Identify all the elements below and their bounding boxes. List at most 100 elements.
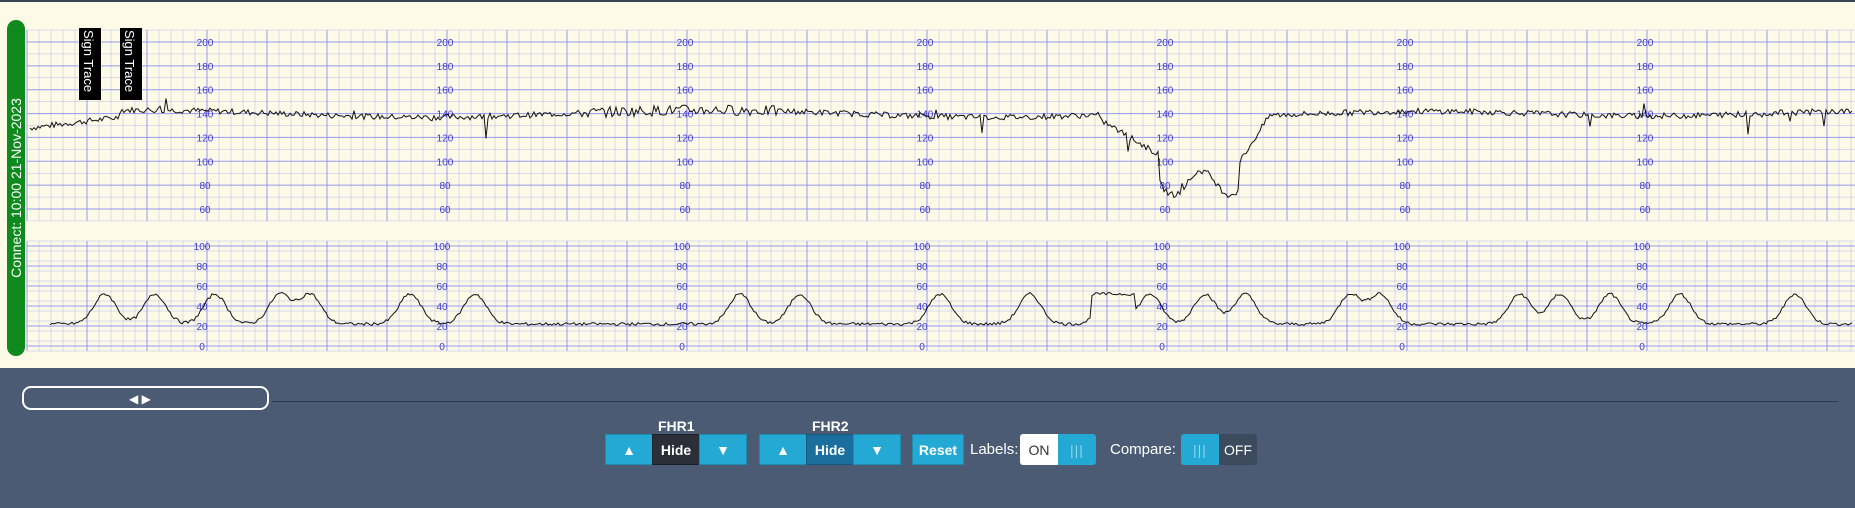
sign-trace-marker[interactable]: Sign Trace [79, 28, 101, 100]
fhr1-up-button[interactable]: ▲ [605, 434, 653, 465]
fhr-scale-label: 140 [1157, 110, 1174, 121]
toco-scale-label: 60 [1156, 282, 1168, 293]
fhr-scale-label: 100 [1397, 157, 1414, 168]
fhr-scale-label: 180 [917, 62, 934, 73]
connect-label: Connect: 10:00 21-Nov-2023 [8, 98, 24, 278]
fhr-scale-label: 80 [1399, 181, 1411, 192]
toco-scale-label: 80 [1156, 262, 1168, 273]
toco-scale-label: 20 [1156, 322, 1168, 333]
toco-scale-label: 80 [1396, 262, 1408, 273]
toco-scale-label: 100 [434, 242, 451, 253]
ctg-chart[interactable]: 2001801601401201008060100806040200200180… [0, 2, 1855, 368]
fhr-scale-label: 120 [1637, 133, 1654, 144]
fhr-scale-label: 200 [1397, 38, 1414, 49]
fhr-scale-label: 160 [677, 86, 694, 97]
timeline-divider [272, 401, 1838, 402]
fhr-scale-label: 160 [437, 86, 454, 97]
toco-scale-label: 100 [1634, 242, 1651, 253]
toco-scale-label: 0 [439, 342, 445, 353]
toco-scale-label: 60 [1636, 282, 1648, 293]
fhr-scale-label: 180 [1637, 62, 1654, 73]
fhr-scale-label: 60 [1639, 205, 1651, 216]
fhr-scale-label: 120 [437, 133, 454, 144]
toco-scale-label: 40 [916, 302, 928, 313]
fhr-scale-label: 100 [197, 157, 214, 168]
compare-state: OFF [1219, 434, 1257, 465]
toco-scale-label: 0 [919, 342, 925, 353]
fhr-scale-label: 180 [677, 62, 694, 73]
toco-scale-label: 60 [676, 282, 688, 293]
compare-toggle[interactable]: ||| OFF [1181, 434, 1257, 465]
toco-scale-label: 100 [1394, 242, 1411, 253]
labels-state: ON [1020, 434, 1058, 465]
fhr1-hide-button[interactable]: Hide [652, 434, 700, 465]
fhr-scale-label: 140 [197, 110, 214, 121]
fhr1-title: FHR1 [658, 418, 695, 434]
sign-trace-label: Sign Trace [122, 30, 137, 93]
fhr-scale-label: 160 [1157, 86, 1174, 97]
compare-knob-icon[interactable]: ||| [1181, 434, 1219, 465]
toco-scale-label: 20 [1396, 322, 1408, 333]
toco-scale-label: 80 [196, 262, 208, 273]
toco-scale-label: 60 [1396, 282, 1408, 293]
fhr-scale-label: 160 [917, 86, 934, 97]
labels-caption: Labels: [970, 441, 1019, 458]
fhr2-title: FHR2 [812, 418, 849, 434]
toco-scale-label: 0 [1399, 342, 1405, 353]
fhr-scale-label: 60 [199, 205, 211, 216]
toco-scale-label: 80 [676, 262, 688, 273]
scroll-arrows-icon[interactable]: ◀ ▶ [129, 392, 151, 406]
fhr-scale-label: 60 [1159, 205, 1171, 216]
fhr-scale-label: 60 [679, 205, 691, 216]
toco-scale-label: 80 [1636, 262, 1648, 273]
ctg-paper: 200 180 160 140 120 100 80 60 100 80 60 40 20 0 200 180… [0, 0, 1855, 368]
fhr-scale-label: 100 [677, 157, 694, 168]
toco-scale-label: 100 [914, 242, 931, 253]
fhr-scale-label: 200 [1637, 38, 1654, 49]
sign-trace-marker[interactable]: Sign Trace [120, 28, 142, 100]
fhr-scale-label: 120 [1157, 133, 1174, 144]
toco-scale-label: 100 [1154, 242, 1171, 253]
toco-scale-label: 100 [674, 242, 691, 253]
toco-scale-label: 100 [194, 242, 211, 253]
toco-scale-label: 80 [436, 262, 448, 273]
fhr-scale-label: 180 [1157, 62, 1174, 73]
toco-scale-label: 40 [676, 302, 688, 313]
toco-scale-label: 0 [199, 342, 205, 353]
toco-scale-label: 0 [679, 342, 685, 353]
fhr2-down-button[interactable]: ▼ [853, 434, 901, 465]
fhr-scale-label: 100 [1637, 157, 1654, 168]
fhr1-down-button[interactable]: ▼ [699, 434, 747, 465]
fhr-scale-label: 100 [917, 157, 934, 168]
toco-scale-label: 0 [1159, 342, 1165, 353]
fhr-scale-label: 60 [439, 205, 451, 216]
fhr-scale-label: 160 [1397, 86, 1414, 97]
timeline-scroller[interactable]: ◀ ▶ [22, 386, 269, 410]
labels-toggle[interactable]: ON ||| [1020, 434, 1096, 465]
fhr-scale-label: 80 [679, 181, 691, 192]
fhr-scale-label: 60 [1399, 205, 1411, 216]
toco-scale-label: 40 [436, 302, 448, 313]
toco-scale-label: 40 [1636, 302, 1648, 313]
reset-button[interactable]: Reset [912, 434, 964, 465]
toco-scale-label: 20 [196, 322, 208, 333]
toco-scale-label: 20 [436, 322, 448, 333]
fhr-scale-label: 180 [1397, 62, 1414, 73]
toco-scale-label: 40 [196, 302, 208, 313]
fhr-scale-label: 200 [197, 38, 214, 49]
toco-scale-label: 20 [916, 322, 928, 333]
toco-scale-label: 60 [196, 282, 208, 293]
fhr-scale-label: 60 [919, 205, 931, 216]
fhr-scale-label: 120 [677, 133, 694, 144]
fhr2-hide-button[interactable]: Hide [806, 434, 854, 465]
toco-scale-label: 80 [916, 262, 928, 273]
fhr-scale-label: 80 [919, 181, 931, 192]
fhr-scale-label: 200 [437, 38, 454, 49]
labels-knob-icon[interactable]: ||| [1058, 434, 1096, 465]
sign-trace-label: Sign Trace [81, 30, 96, 93]
fhr-scale-label: 80 [199, 181, 211, 192]
fhr-scale-label: 200 [917, 38, 934, 49]
fhr-scale-label: 100 [437, 157, 454, 168]
fhr-scale-label: 160 [1637, 86, 1654, 97]
fhr2-up-button[interactable]: ▲ [759, 434, 807, 465]
